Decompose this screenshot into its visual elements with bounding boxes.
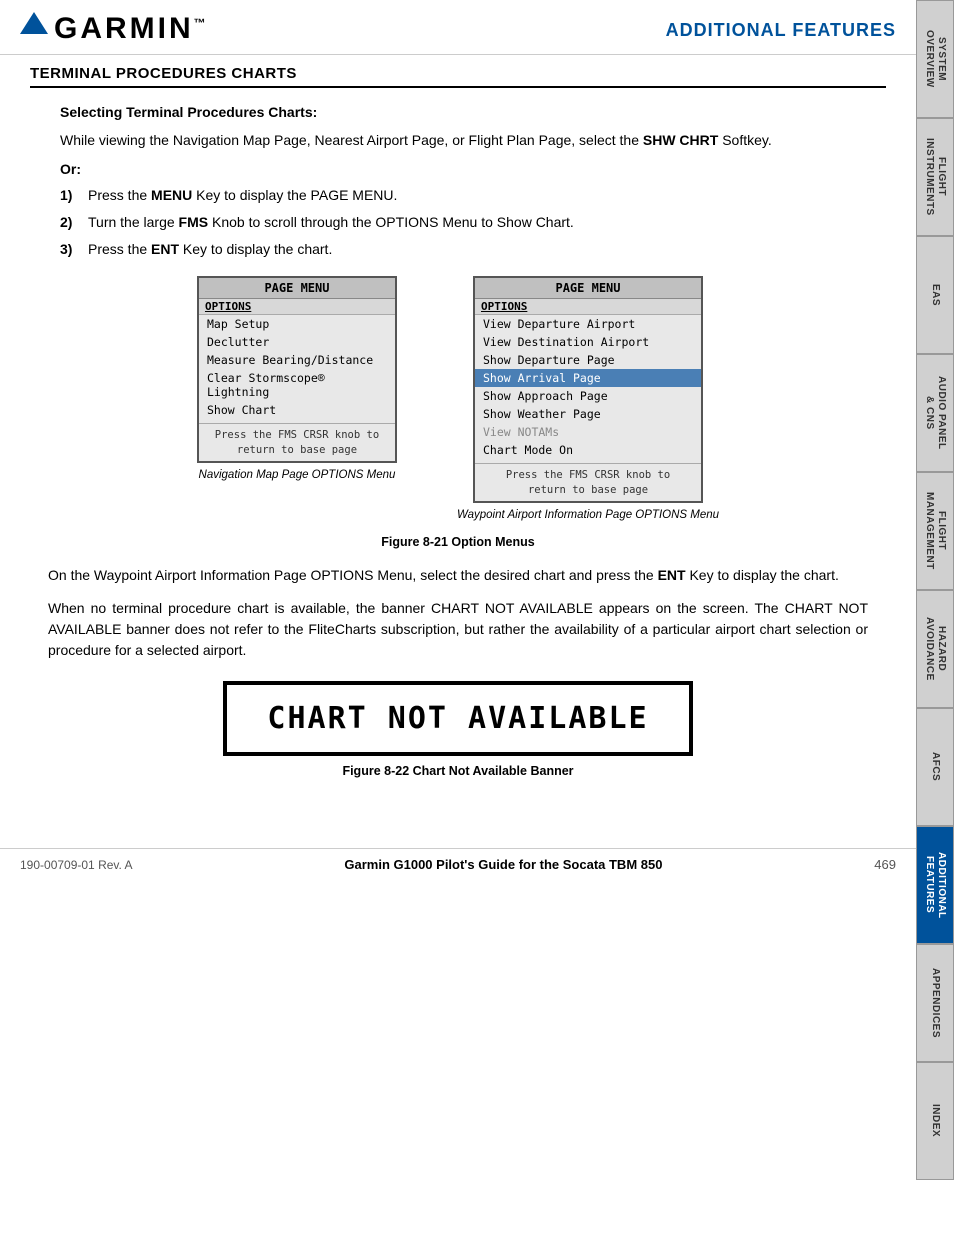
page-content: TERMINAL PROCEDURES CHARTS Selecting Ter… [0, 55, 916, 808]
footer-center: Garmin G1000 Pilot's Guide for the Socat… [344, 857, 662, 872]
tab-flight-instruments[interactable]: FLIGHTINSTRUMENTS [916, 118, 954, 236]
tab-hazard-avoidance[interactable]: HAZARDAVOIDANCE [916, 590, 954, 708]
tab-eas-label: EAS [929, 284, 941, 306]
tab-afcs[interactable]: AFCS [916, 708, 954, 826]
right-menu-item-6: Show Weather Page [475, 405, 701, 423]
right-menu-item-4: Show Arrival Page [475, 369, 701, 387]
page-header: GARMIN™ ADDITIONAL FEATURES [0, 0, 916, 55]
left-page-menu: PAGE MENU OPTIONS Map Setup Declutter Me… [197, 276, 397, 463]
left-menu-container: PAGE MENU OPTIONS Map Setup Declutter Me… [197, 276, 397, 481]
right-menu-item-1: View Departure Airport [475, 315, 701, 333]
left-menu-item-3: Measure Bearing/Distance [199, 351, 395, 369]
right-sidebar: SYSTEMOVERVIEW FLIGHTINSTRUMENTS EAS AUD… [916, 0, 954, 1180]
tab-additional-features[interactable]: ADDITIONALFEATURES [916, 826, 954, 944]
body-para-2: When no terminal procedure chart is avai… [48, 598, 868, 661]
footer-left: 190-00709-01 Rev. A [20, 858, 133, 872]
right-menu-footer: Press the FMS CRSR knob toreturn to base… [475, 463, 701, 501]
figure-22-caption: Figure 8-22 Chart Not Available Banner [342, 764, 573, 778]
tab-system-overview-label: SYSTEMOVERVIEW [923, 30, 947, 88]
tab-additional-features-label: ADDITIONALFEATURES [923, 852, 947, 919]
right-menu-item-3: Show Departure Page [475, 351, 701, 369]
tab-flight-management[interactable]: FLIGHTMANAGEMENT [916, 472, 954, 590]
left-menu-item-5: Show Chart [199, 401, 395, 419]
menus-row: PAGE MENU OPTIONS Map Setup Declutter Me… [197, 276, 719, 521]
step-2-text: Turn the large FMS Knob to scroll throug… [88, 212, 886, 233]
left-menu-caption: Navigation Map Page OPTIONS Menu [199, 469, 396, 481]
left-menu-item-1: Map Setup [199, 315, 395, 333]
tab-audio-panel-label: AUDIO PANEL& CNS [923, 376, 947, 450]
step-1: 1) Press the MENU Key to display the PAG… [60, 185, 886, 206]
tab-eas[interactable]: EAS [916, 236, 954, 354]
step-3-text: Press the ENT Key to display the chart. [88, 239, 886, 260]
tab-afcs-label: AFCS [929, 752, 941, 781]
tab-appendices-label: APPENDICES [929, 968, 941, 1038]
right-menu-container: PAGE MENU OPTIONS View Departure Airport… [457, 276, 719, 521]
step-2-num: 2) [60, 212, 88, 233]
main-content: GARMIN™ ADDITIONAL FEATURES TERMINAL PRO… [0, 0, 916, 880]
step-3: 3) Press the ENT Key to display the char… [60, 239, 886, 260]
right-menu-item-8: Chart Mode On [475, 441, 701, 459]
figure-21-caption: Figure 8-21 Option Menus [381, 535, 535, 549]
left-menu-footer: Press the FMS CRSR knob toreturn to base… [199, 423, 395, 461]
right-menu-section: OPTIONS [475, 299, 701, 315]
garmin-logo-text: GARMIN™ [54, 12, 209, 46]
footer-right: 469 [874, 857, 896, 872]
subsection-title: Selecting Terminal Procedures Charts: [60, 104, 886, 120]
chart-banner-area: CHART NOT AVAILABLE Figure 8-22 Chart No… [30, 681, 886, 778]
step-3-num: 3) [60, 239, 88, 260]
tab-system-overview[interactable]: SYSTEMOVERVIEW [916, 0, 954, 118]
terminal-procedures-title: TERMINAL PROCEDURES CHARTS [30, 65, 886, 88]
section-title: ADDITIONAL FEATURES [666, 12, 896, 41]
left-menu-section: OPTIONS [199, 299, 395, 315]
right-menu-item-7: View NOTAMs [475, 423, 701, 441]
right-menu-item-5: Show Approach Page [475, 387, 701, 405]
shw-chrt-keyword: SHW CHRT [643, 132, 718, 148]
garmin-triangle-icon [20, 12, 48, 34]
tab-index[interactable]: INDEX [916, 1062, 954, 1180]
tab-hazard-avoidance-label: HAZARDAVOIDANCE [923, 617, 947, 681]
step-1-num: 1) [60, 185, 88, 206]
left-menu-item-2: Declutter [199, 333, 395, 351]
step-1-text: Press the MENU Key to display the PAGE M… [88, 185, 886, 206]
right-page-menu: PAGE MENU OPTIONS View Departure Airport… [473, 276, 703, 503]
right-menu-title: PAGE MENU [475, 278, 701, 299]
tab-flight-management-label: FLIGHTMANAGEMENT [923, 492, 947, 570]
left-menu-title: PAGE MENU [199, 278, 395, 299]
right-menu-caption: Waypoint Airport Information Page OPTION… [457, 509, 719, 521]
or-label: Or: [60, 161, 886, 177]
page-footer: 190-00709-01 Rev. A Garmin G1000 Pilot's… [0, 848, 916, 880]
body-para-1: On the Waypoint Airport Information Page… [48, 565, 868, 586]
tab-flight-instruments-label: FLIGHTINSTRUMENTS [923, 138, 947, 216]
figure-8-21-area: PAGE MENU OPTIONS Map Setup Declutter Me… [30, 276, 886, 549]
left-menu-item-4: Clear Stormscope® Lightning [199, 369, 395, 401]
right-menu-item-2: View Destination Airport [475, 333, 701, 351]
tab-audio-panel[interactable]: AUDIO PANEL& CNS [916, 354, 954, 472]
chart-not-available-banner: CHART NOT AVAILABLE [223, 681, 692, 756]
steps-list: 1) Press the MENU Key to display the PAG… [60, 185, 886, 260]
intro-paragraph: While viewing the Navigation Map Page, N… [60, 130, 876, 151]
tab-index-label: INDEX [929, 1104, 941, 1137]
garmin-logo: GARMIN™ [20, 12, 209, 46]
tab-appendices[interactable]: APPENDICES [916, 944, 954, 1062]
step-2: 2) Turn the large FMS Knob to scroll thr… [60, 212, 886, 233]
